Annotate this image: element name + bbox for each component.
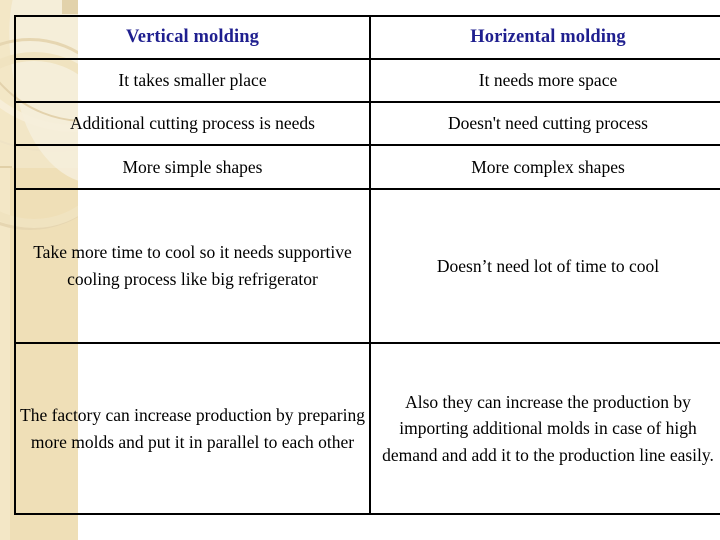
cell-horizontal-space: It needs more space (369, 58, 720, 103)
table-row: It takes smaller place It needs more spa… (14, 58, 720, 103)
column-header-horizental-molding: Horizental molding (369, 15, 720, 60)
cell-horizontal-cooling: Doesn’t need lot of time to cool (369, 188, 720, 344)
cell-vertical-cutting: Additional cutting process is needs (14, 101, 371, 146)
table-header-row: Vertical molding Horizental molding (14, 15, 720, 60)
table-row: More simple shapes More complex shapes (14, 144, 720, 190)
cell-vertical-cooling: Take more time to cool so it needs suppo… (14, 188, 371, 344)
cell-horizontal-cutting: Doesn't need cutting process (369, 101, 720, 146)
cell-vertical-shapes: More simple shapes (14, 144, 371, 190)
table-row: The factory can increase production by p… (14, 342, 720, 515)
molding-comparison-table: Vertical molding Horizental molding It t… (14, 15, 720, 515)
decorative-corner-strip (62, 0, 78, 14)
cell-vertical-production: The factory can increase production by p… (14, 342, 371, 515)
cell-vertical-space: It takes smaller place (14, 58, 371, 103)
column-header-vertical-molding: Vertical molding (14, 15, 371, 60)
table-row: Take more time to cool so it needs suppo… (14, 188, 720, 344)
decorative-divider (0, 166, 12, 168)
slide-canvas: Vertical molding Horizental molding It t… (0, 0, 720, 540)
cell-horizontal-shapes: More complex shapes (369, 144, 720, 190)
cell-horizontal-production: Also they can increase the production by… (369, 342, 720, 515)
table-row: Additional cutting process is needs Does… (14, 101, 720, 146)
